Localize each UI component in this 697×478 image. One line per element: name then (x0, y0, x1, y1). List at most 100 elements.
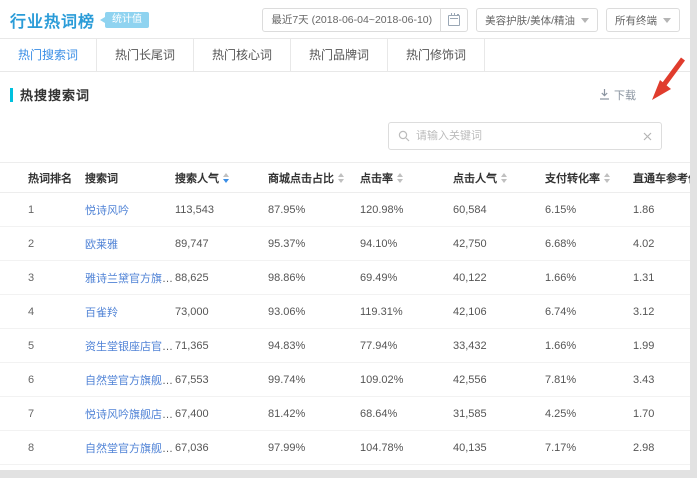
ztc-price-cell: 1.31 (633, 261, 690, 295)
sort-icon[interactable] (604, 173, 610, 183)
search-term-link[interactable]: 悦诗风吟 (85, 205, 129, 217)
click-pop-cell: 42,750 (453, 227, 545, 261)
terminal-select-value: 所有终端 (615, 13, 657, 28)
col-header-search-pop[interactable]: 搜索人气 (175, 163, 268, 193)
category-select-value: 美容护肤/美体/精油 (485, 13, 575, 28)
pay-conv-cell: 7.17% (545, 431, 633, 465)
section-title: 热搜搜索词 (20, 85, 90, 104)
click-pop-cell: 42,556 (453, 363, 545, 397)
click-rate-cell: 120.98% (360, 193, 453, 227)
date-range-picker[interactable]: 最近7天 (2018-06-04~2018-06-10) (262, 8, 468, 32)
col-header-pay-conv[interactable]: 支付转化率 (545, 163, 633, 193)
rank-cell: 5 (0, 329, 85, 363)
search-pop-cell: 67,553 (175, 363, 268, 397)
rank-cell: 3 (0, 261, 85, 295)
col-header-ztc-price[interactable]: 直通车参考价 (633, 163, 690, 193)
tab-hot-longtail-words[interactable]: 热门长尾词 (97, 39, 194, 71)
col-header-click-pop[interactable]: 点击人气 (453, 163, 545, 193)
tab-hot-modifier-words[interactable]: 热门修饰词 (388, 39, 485, 71)
download-label: 下载 (614, 87, 636, 103)
pay-conv-cell: 7.81% (545, 363, 633, 397)
rank-cell: 7 (0, 397, 85, 431)
page-title: 行业热词榜 (10, 8, 95, 32)
search-term-link[interactable]: 资生堂银座店官方旗舰 (85, 341, 175, 353)
click-rate-cell: 109.02% (360, 363, 453, 397)
table-row: 7悦诗风吟旗舰店官网67,40081.42%68.64%31,5854.25%1… (0, 397, 690, 431)
page-header: 行业热词榜 统计值 最近7天 (2018-06-04~2018-06-10) 美… (0, 0, 690, 38)
mall-share-cell: 81.42% (268, 397, 360, 431)
search-icon (398, 130, 410, 142)
col-header-term: 搜索词 (85, 163, 175, 193)
term-cell: 悦诗风吟 (85, 193, 175, 227)
search-term-link[interactable]: 悦诗风吟旗舰店官网 (85, 409, 175, 421)
rank-cell: 2 (0, 227, 85, 261)
section-header: 热搜搜索词 下载 (0, 72, 690, 108)
click-pop-cell: 31,585 (453, 397, 545, 431)
pay-conv-cell: 1.66% (545, 329, 633, 363)
accent-bar (10, 88, 13, 102)
mall-share-cell: 87.95% (268, 193, 360, 227)
keyword-search-box[interactable] (388, 122, 662, 150)
pay-conv-cell: 1.66% (545, 261, 633, 295)
ztc-price-cell: 1.86 (633, 193, 690, 227)
search-pop-cell: 113,543 (175, 193, 268, 227)
filter-controls: 最近7天 (2018-06-04~2018-06-10) 美容护肤/美体/精油 … (262, 8, 680, 32)
clear-search-button[interactable] (643, 132, 652, 141)
click-rate-cell: 69.49% (360, 261, 453, 295)
tab-hot-brand-words[interactable]: 热门品牌词 (291, 39, 388, 71)
search-term-link[interactable]: 自然堂官方旗舰店官... (85, 375, 175, 387)
mall-share-cell: 94.83% (268, 329, 360, 363)
search-pop-cell: 67,036 (175, 431, 268, 465)
term-cell: 欧莱雅 (85, 227, 175, 261)
tab-hot-core-words[interactable]: 热门核心词 (194, 39, 291, 71)
tab-hot-search-words[interactable]: 热门搜索词 (0, 39, 97, 71)
pay-conv-cell: 6.74% (545, 295, 633, 329)
rank-cell: 4 (0, 295, 85, 329)
table-row: 2欧莱雅89,74795.37%94.10%42,7506.68%4.02 (0, 227, 690, 261)
sort-icon[interactable] (397, 173, 403, 183)
table-row: 6自然堂官方旗舰店官...67,55399.74%109.02%42,5567.… (0, 363, 690, 397)
search-pop-cell: 67,400 (175, 397, 268, 431)
mall-share-cell: 95.37% (268, 227, 360, 261)
ztc-price-cell: 1.70 (633, 397, 690, 431)
search-term-link[interactable]: 百雀羚 (85, 307, 118, 319)
sort-icon[interactable] (338, 173, 344, 183)
click-rate-cell: 119.31% (360, 295, 453, 329)
sort-icon[interactable] (223, 173, 229, 183)
mall-share-cell: 99.74% (268, 363, 360, 397)
page-edge (690, 0, 697, 478)
hot-words-panel: 行业热词榜 统计值 最近7天 (2018-06-04~2018-06-10) 美… (0, 0, 690, 470)
category-select[interactable]: 美容护肤/美体/精油 (476, 8, 598, 32)
term-cell: 雅诗兰黛官方旗舰店... (85, 261, 175, 295)
col-header-mall-share[interactable]: 商城点击占比 (268, 163, 360, 193)
chevron-down-icon (581, 18, 589, 23)
search-pop-cell: 73,000 (175, 295, 268, 329)
col-header-click-rate[interactable]: 点击率 (360, 163, 453, 193)
chevron-down-icon (663, 18, 671, 23)
pay-conv-cell: 4.25% (545, 397, 633, 431)
search-term-link[interactable]: 雅诗兰黛官方旗舰店... (85, 273, 175, 285)
calendar-button[interactable] (441, 9, 467, 31)
search-pop-cell: 88,625 (175, 261, 268, 295)
col-header-rank: 热词排名 (0, 163, 85, 193)
calendar-icon (448, 15, 460, 26)
ztc-price-cell: 3.12 (633, 295, 690, 329)
download-button[interactable]: 下载 (599, 87, 636, 103)
term-cell: 百雀羚 (85, 295, 175, 329)
table-row: 1悦诗风吟113,54387.95%120.98%60,5846.15%1.86 (0, 193, 690, 227)
terminal-select[interactable]: 所有终端 (606, 8, 680, 32)
rank-cell: 6 (0, 363, 85, 397)
click-pop-cell: 40,122 (453, 261, 545, 295)
tab-bar: 热门搜索词 热门长尾词 热门核心词 热门品牌词 热门修饰词 (0, 38, 690, 72)
page-edge (0, 470, 697, 478)
search-pop-cell: 89,747 (175, 227, 268, 261)
click-rate-cell: 77.94% (360, 329, 453, 363)
ztc-price-cell: 3.43 (633, 363, 690, 397)
search-term-link[interactable]: 欧莱雅 (85, 239, 118, 251)
term-cell: 自然堂官方旗舰店官... (85, 363, 175, 397)
close-icon (643, 132, 652, 141)
search-row (0, 108, 690, 162)
search-term-link[interactable]: 自然堂官方旗舰店官网 (85, 443, 175, 455)
sort-icon[interactable] (501, 173, 507, 183)
keyword-search-input[interactable] (416, 130, 637, 142)
